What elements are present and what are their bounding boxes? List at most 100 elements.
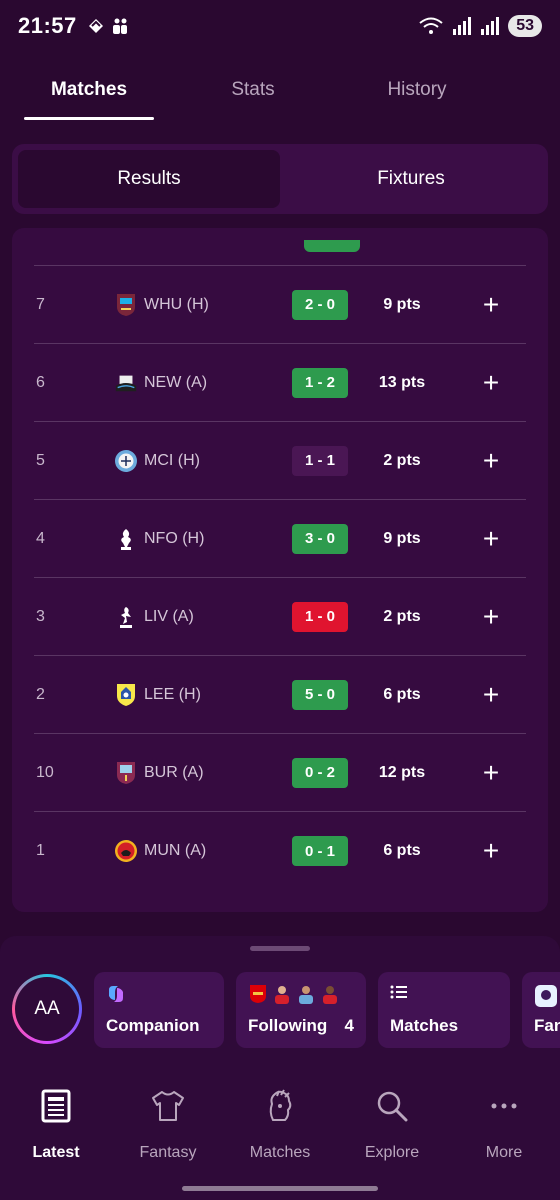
player-avatar-icon bbox=[299, 986, 313, 1004]
companion-button[interactable]: Companion bbox=[94, 972, 224, 1048]
west-ham-crest-icon bbox=[114, 293, 138, 317]
points-value: 2 pts bbox=[383, 451, 421, 469]
table-row[interactable]: 4 NFO (H) 3 - 0 9 pts + bbox=[34, 500, 526, 578]
table-row[interactable]: 1 MUN (A) 0 - 1 6 pts + bbox=[34, 812, 526, 890]
expand-row-button[interactable]: + bbox=[456, 601, 526, 633]
points-value: 12 pts bbox=[378, 763, 426, 781]
gameweek-number: 1 bbox=[36, 842, 45, 859]
score-badge: 1 - 1 bbox=[292, 445, 348, 476]
score-badge: 5 - 0 bbox=[292, 679, 348, 710]
arsenal-crest-icon bbox=[250, 985, 266, 1003]
expand-row-button[interactable]: + bbox=[456, 445, 526, 477]
points-value: 13 pts bbox=[378, 373, 426, 391]
signal-icon bbox=[453, 17, 472, 35]
sheet-handle[interactable] bbox=[250, 946, 310, 951]
tab-stats[interactable]: Stats bbox=[188, 60, 318, 120]
latest-icon bbox=[41, 1089, 71, 1123]
opponent: WHU (H) bbox=[114, 293, 292, 317]
table-row[interactable]: 3 LIV (A) 1 - 0 2 pts + bbox=[34, 578, 526, 656]
opponent-label: LIV (A) bbox=[144, 607, 194, 625]
fan-button[interactable]: Fan bbox=[522, 972, 560, 1048]
table-row[interactable]: 6 NEW (A) 1 - 2 13 pts + bbox=[34, 344, 526, 422]
premier-league-icon bbox=[535, 985, 557, 1007]
companion-icon bbox=[109, 986, 123, 1002]
following-count: 4 bbox=[344, 1016, 354, 1035]
score-badge: 1 - 2 bbox=[292, 367, 348, 398]
points-value: 6 pts bbox=[383, 685, 421, 703]
list-icon bbox=[390, 985, 407, 999]
more-dots-icon bbox=[491, 1103, 517, 1109]
score-badge: 2 - 0 bbox=[292, 289, 348, 320]
score-badge: 1 - 0 bbox=[292, 601, 348, 632]
liverpool-crest-icon bbox=[114, 605, 138, 629]
gameweek-number: 7 bbox=[36, 295, 45, 313]
table-row[interactable]: 5 MCI (H) 1 - 1 2 pts + bbox=[34, 422, 526, 500]
opponent: MCI (H) bbox=[114, 449, 292, 473]
battery-indicator: 53 bbox=[508, 15, 542, 37]
status-bar: 21:57 53 bbox=[0, 0, 560, 52]
table-row[interactable]: 7 WHU (H) 2 - 0 9 pts + bbox=[34, 266, 526, 344]
newcastle-crest-icon bbox=[114, 371, 138, 395]
opponent: BUR (A) bbox=[114, 761, 292, 785]
opponent-label: NEW (A) bbox=[144, 373, 208, 391]
gameweek-number: 10 bbox=[36, 763, 54, 781]
points-value: 2 pts bbox=[383, 607, 421, 625]
wifi-icon bbox=[419, 17, 443, 34]
player-avatar-icon bbox=[275, 986, 289, 1004]
expand-row-button[interactable]: + bbox=[456, 679, 526, 711]
segment-fixtures[interactable]: Fixtures bbox=[280, 150, 542, 208]
avatar[interactable]: AA bbox=[12, 974, 82, 1044]
points-value: 6 pts bbox=[383, 842, 421, 859]
man-city-crest-icon bbox=[114, 449, 138, 473]
gameweek-number: 4 bbox=[36, 529, 45, 547]
opponent-label: BUR (A) bbox=[144, 763, 204, 781]
expand-row-button[interactable]: + bbox=[456, 289, 526, 321]
teams-app-icon bbox=[112, 18, 127, 34]
partial-score-pill bbox=[304, 240, 360, 252]
nav-explore[interactable]: Explore bbox=[336, 1080, 448, 1180]
matches-shortcut-button[interactable]: Matches bbox=[378, 972, 510, 1048]
nottingham-forest-crest-icon bbox=[114, 527, 138, 551]
tab-history[interactable]: History bbox=[352, 60, 482, 120]
results-rows: 7 WHU (H) 2 - 0 9 pts +6 NEW (A) 1 - 2 13 pts +5… bbox=[34, 266, 526, 890]
gameweek-number: 5 bbox=[36, 451, 45, 469]
player-avatar-icon bbox=[323, 986, 337, 1004]
partial-row bbox=[34, 228, 526, 266]
score-badge: 0 - 1 bbox=[292, 836, 348, 866]
points-value: 9 pts bbox=[383, 529, 421, 547]
opponent-label: NFO (H) bbox=[144, 529, 205, 547]
bottom-nav: Latest Fantasy Matches Explore More bbox=[0, 1080, 560, 1180]
burnley-crest-icon bbox=[114, 761, 138, 785]
segment-results[interactable]: Results bbox=[18, 150, 280, 208]
opponent: LEE (H) bbox=[114, 683, 292, 707]
score-badge: 0 - 2 bbox=[292, 757, 348, 788]
nav-matches[interactable]: Matches bbox=[224, 1080, 336, 1180]
opponent-label: WHU (H) bbox=[144, 295, 209, 313]
nav-more[interactable]: More bbox=[448, 1080, 560, 1180]
nav-fantasy[interactable]: Fantasy bbox=[112, 1080, 224, 1180]
signal-roaming-icon bbox=[481, 17, 500, 35]
tab-matches[interactable]: Matches bbox=[24, 60, 154, 120]
premier-league-lion-icon bbox=[269, 1089, 292, 1121]
nav-latest[interactable]: Latest bbox=[0, 1080, 112, 1180]
points-value: 9 pts bbox=[383, 295, 421, 313]
score-badge: 3 - 0 bbox=[292, 523, 348, 554]
opponent-label: MCI (H) bbox=[144, 451, 200, 469]
table-row[interactable]: 2 LEE (H) 5 - 0 6 pts + bbox=[34, 656, 526, 734]
man-utd-crest-icon bbox=[114, 839, 138, 863]
expand-row-button[interactable]: + bbox=[456, 367, 526, 399]
search-icon bbox=[377, 1091, 408, 1122]
status-time: 21:57 bbox=[18, 13, 77, 38]
gameweek-number: 6 bbox=[36, 373, 45, 391]
gameweek-number: 2 bbox=[36, 685, 45, 703]
results-list: 7 WHU (H) 2 - 0 9 pts +6 NEW (A) 1 - 2 13 pts +5… bbox=[12, 228, 548, 912]
gameweek-number: 3 bbox=[36, 607, 45, 625]
expand-row-button[interactable]: + bbox=[456, 835, 526, 867]
leeds-crest-icon bbox=[114, 683, 138, 707]
home-indicator bbox=[182, 1186, 378, 1191]
following-button[interactable]: Following 4 bbox=[236, 972, 366, 1048]
table-row[interactable]: 10 BUR (A) 0 - 2 12 pts + bbox=[34, 734, 526, 812]
expand-row-button[interactable]: + bbox=[456, 523, 526, 555]
opponent: NFO (H) bbox=[114, 527, 292, 551]
expand-row-button[interactable]: + bbox=[456, 757, 526, 789]
